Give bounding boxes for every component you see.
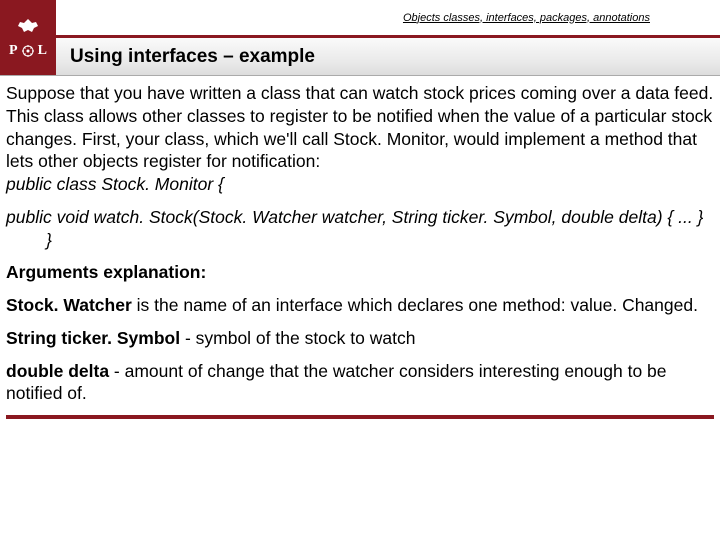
argument-1: Stock. Watcher is the name of an interfa… [6, 294, 714, 317]
arguments-header: Arguments explanation: [6, 261, 714, 284]
slide-title: Using interfaces – example [56, 38, 720, 75]
logo-p: P [9, 43, 18, 59]
logo-letters: P L [9, 43, 47, 59]
footer-bar [6, 415, 714, 419]
slide-header: P L Objects classes, interfaces, package… [0, 0, 720, 76]
arg2-name: String ticker. Symbol [6, 328, 180, 348]
logo-l: L [38, 43, 47, 59]
university-logo: P L [0, 0, 56, 75]
arg2-desc: - symbol of the stock to watch [180, 328, 415, 348]
header-right: Objects classes, interfaces, packages, a… [56, 0, 720, 75]
intro-text: Suppose that you have written a class th… [6, 83, 713, 171]
close-brace: } [46, 230, 52, 250]
method-sig-text: public void watch. Stock(Stock. Watcher … [6, 207, 703, 227]
method-signature: public void watch. Stock(Stock. Watcher … [6, 206, 714, 252]
argument-3: double delta - amount of change that the… [6, 360, 714, 406]
intro-paragraph: Suppose that you have written a class th… [6, 82, 714, 196]
arg3-name: double delta [6, 361, 109, 381]
eagle-icon [14, 17, 42, 37]
slide-content: Suppose that you have written a class th… [0, 76, 720, 405]
gear-icon [22, 45, 34, 57]
chapter-line: Objects classes, interfaces, packages, a… [56, 0, 720, 38]
arg1-desc: is the name of an interface which declar… [132, 295, 698, 315]
argument-2: String ticker. Symbol - symbol of the st… [6, 327, 714, 350]
class-declaration: public class Stock. Monitor { [6, 174, 224, 194]
arg1-name: Stock. Watcher [6, 295, 132, 315]
